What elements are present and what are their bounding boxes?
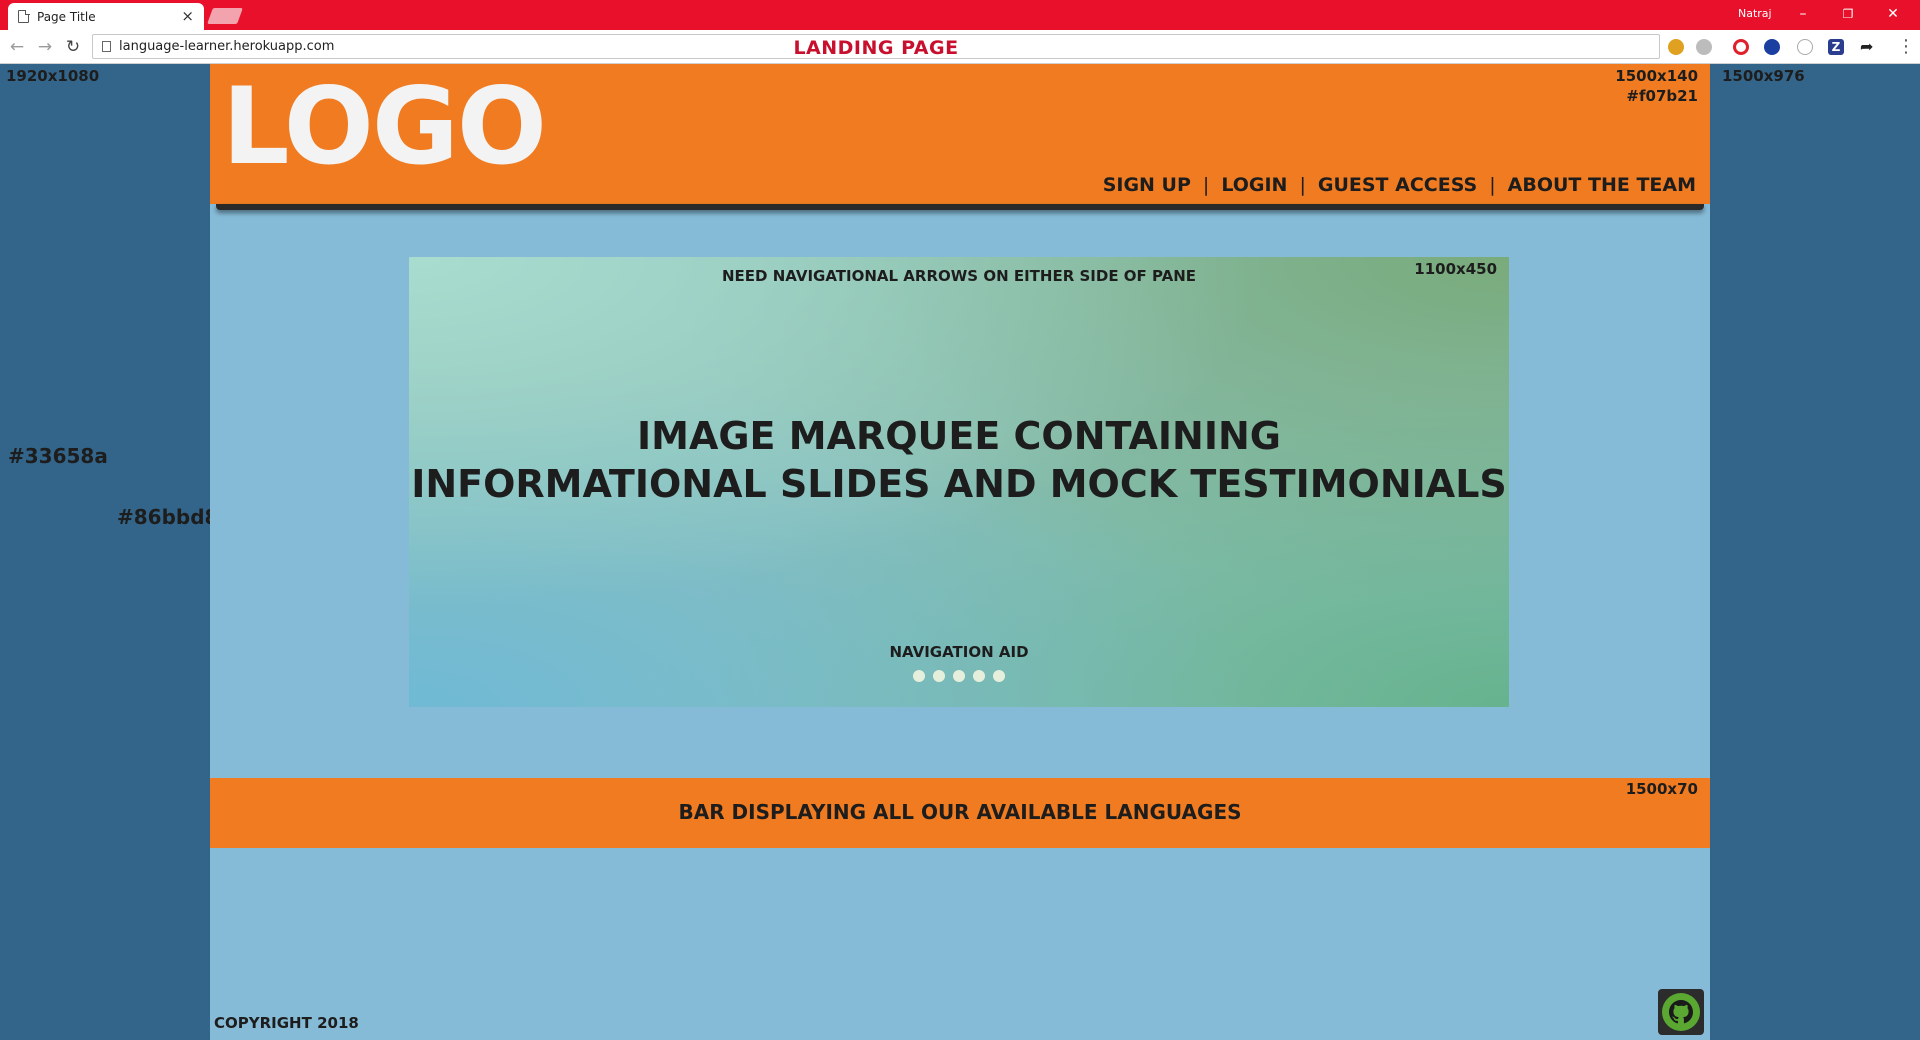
extension-cloud-icon[interactable] — [1696, 39, 1712, 55]
restore-button[interactable]: ❐ — [1835, 4, 1861, 24]
close-window-button[interactable]: ✕ — [1880, 4, 1906, 24]
page-label: LANDING PAGE — [793, 37, 959, 59]
inner-color-note: #86bbd8 — [117, 505, 219, 529]
marquee-arrows-note: NEED NAVIGATIONAL ARROWS ON EITHER SIDE … — [721, 267, 1197, 285]
languages-bar-label: BAR DISPLAYING ALL OUR AVAILABLE LANGUAG… — [678, 800, 1242, 824]
address-bar[interactable]: language-learner.herokuapp.com LANDING P… — [92, 34, 1660, 59]
page-content: LOGO 1500x140 #f07b21 SIGN UP | LOGIN | … — [210, 64, 1710, 1040]
browser-toolbar: ← → ↻ language-learner.herokuapp.com LAN… — [0, 30, 1920, 64]
main-nav: SIGN UP | LOGIN | GUEST ACCESS | ABOUT T… — [1103, 174, 1696, 196]
nav-separator: | — [1489, 174, 1496, 196]
extension-bird-icon[interactable] — [1668, 39, 1684, 55]
marquee-title-line1: IMAGE MARQUEE CONTAINING — [637, 414, 1281, 458]
minimize-button[interactable]: – — [1790, 4, 1816, 24]
browser-tab[interactable]: Page Title × — [8, 3, 204, 30]
nav-about-the-team[interactable]: ABOUT THE TEAM — [1508, 174, 1696, 196]
browser-titlebar: Page Title × Natraj – ❐ ✕ — [0, 0, 1920, 30]
navigation-aid-label: NAVIGATION AID — [889, 643, 1029, 661]
site-header: LOGO 1500x140 #f07b21 SIGN UP | LOGIN | … — [210, 64, 1710, 204]
header-spec: 1500x140 #f07b21 — [1615, 66, 1698, 106]
profile-name[interactable]: Natraj — [1738, 7, 1772, 20]
header-size-note: 1500x140 — [1615, 67, 1698, 85]
page-icon — [18, 9, 30, 23]
tab-title: Page Title — [37, 9, 96, 24]
viewport-size-note: 1920x1080 — [6, 67, 100, 85]
new-tab-button[interactable] — [207, 8, 243, 24]
slide-dot-4[interactable] — [973, 670, 985, 682]
opera-icon[interactable] — [1733, 39, 1749, 55]
slide-dot-5[interactable] — [993, 670, 1005, 682]
nav-separator: | — [1299, 174, 1306, 196]
slide-dot-2[interactable] — [933, 670, 945, 682]
nav-guest-access[interactable]: GUEST ACCESS — [1318, 174, 1477, 196]
site-logo[interactable]: LOGO — [222, 64, 547, 189]
back-arrow-icon[interactable]: ← — [6, 36, 28, 58]
languages-bar: BAR DISPLAYING ALL OUR AVAILABLE LANGUAG… — [210, 778, 1710, 848]
header-color-note: #f07b21 — [1626, 87, 1698, 105]
forward-arrow-icon[interactable]: → — [34, 36, 56, 58]
github-octocat-icon — [1662, 993, 1700, 1031]
github-icon[interactable] — [1658, 989, 1704, 1035]
tab-close-icon[interactable]: × — [181, 9, 194, 24]
slide-dot-3[interactable] — [953, 670, 965, 682]
zotero-icon[interactable]: Z — [1828, 39, 1844, 55]
marquee-title-line2: INFORMATIONAL SLIDES AND MOCK TESTIMONIA… — [411, 462, 1507, 506]
share-arrow-icon[interactable]: ➦ — [1860, 39, 1876, 55]
slide-dot-1[interactable] — [913, 670, 925, 682]
browser-menu-icon[interactable]: ⋮ — [1897, 36, 1915, 57]
reload-icon[interactable]: ↻ — [62, 36, 84, 58]
nav-login[interactable]: LOGIN — [1221, 174, 1287, 196]
image-marquee[interactable]: NEED NAVIGATIONAL ARROWS ON EITHER SIDE … — [409, 257, 1509, 707]
marquee-size-note: 1100x450 — [1414, 260, 1497, 278]
copyright-text: COPYRIGHT 2018 — [214, 1014, 359, 1032]
marquee-title: IMAGE MARQUEE CONTAINING INFORMATIONAL S… — [409, 412, 1509, 508]
nav-separator: | — [1202, 174, 1210, 196]
extension-circle-icon[interactable] — [1797, 39, 1813, 55]
outer-color-note: #33658a — [8, 444, 108, 468]
slide-dots — [409, 670, 1509, 682]
header-shadow-bar — [216, 204, 1704, 210]
content-size-note: 1500x976 — [1722, 67, 1805, 85]
nav-sign-up[interactable]: SIGN UP — [1103, 174, 1191, 196]
languages-bar-size-note: 1500x70 — [1625, 780, 1698, 798]
extension-globe-icon[interactable] — [1764, 39, 1780, 55]
